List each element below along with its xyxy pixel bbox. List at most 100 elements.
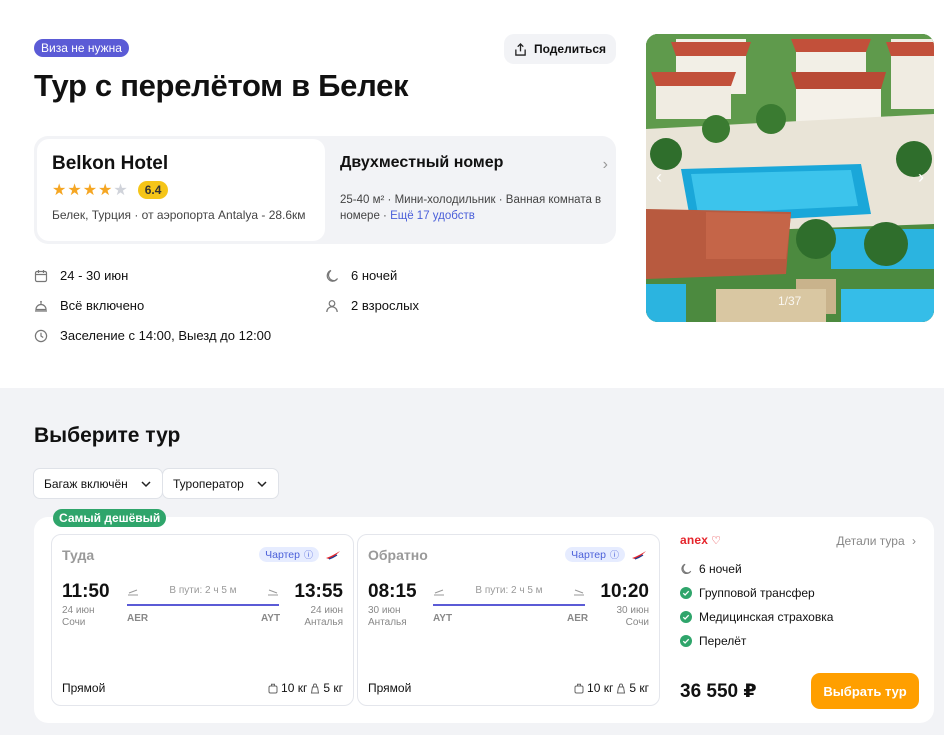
arrival-date: 24 июн xyxy=(310,605,343,616)
fact-checkin: Заселение с 14:00, Выезд до 12:00 xyxy=(34,328,271,343)
star-icon: ★ xyxy=(52,182,67,199)
hotel-card[interactable]: Belkon Hotel ★ ★ ★ ★ ★ 6.4 Белек, Турция… xyxy=(37,139,325,241)
leg-heading: Обратно xyxy=(368,547,428,563)
suitcase-icon xyxy=(268,683,278,693)
star-icon: ★ xyxy=(82,182,98,199)
star-icon: ★ xyxy=(98,182,113,199)
flight-leg-return[interactable]: Обратно Чартер ⓘ 08:15 30 июн Анталья В … xyxy=(357,534,660,706)
filter-operator[interactable]: Туроператор xyxy=(162,468,279,499)
arrival-city: Анталья xyxy=(304,617,343,628)
operator-logo: anex ♡ xyxy=(680,533,721,547)
hotel-name: Belkon Hotel xyxy=(52,153,169,174)
charter-label: Чартер xyxy=(571,548,606,561)
arrival-info: 30 июн Сочи xyxy=(616,605,649,629)
gallery-prev-button[interactable]: ‹ xyxy=(656,167,662,188)
departure-city: Сочи xyxy=(62,617,86,628)
chevron-down-icon xyxy=(141,480,151,487)
share-button[interactable]: Поделиться xyxy=(504,34,616,64)
departure-date: 24 июн xyxy=(62,605,95,616)
filter-baggage[interactable]: Багаж включён xyxy=(33,468,163,499)
chevron-right-icon: › xyxy=(912,534,916,548)
perk-text: Групповой трансфер xyxy=(699,586,815,600)
handbag-icon xyxy=(617,683,626,693)
perk-text: Перелёт xyxy=(699,634,747,648)
hotel-location: Белек, Турция · от аэропорта Antalya - 2… xyxy=(52,208,306,222)
departure-info: 30 июн Анталья xyxy=(368,605,407,629)
cloche-icon xyxy=(35,300,47,312)
hotel-score-badge: 6.4 xyxy=(137,181,169,199)
visa-badge: Виза не нужна xyxy=(34,39,129,57)
departure-time: 08:15 xyxy=(368,581,417,602)
route-line xyxy=(433,604,585,606)
check-icon xyxy=(680,635,692,647)
fact-meals-text: Всё включено xyxy=(60,298,145,313)
flight-leg-outbound[interactable]: Туда Чартер ⓘ 11:50 24 июн Сочи В пути: … xyxy=(51,534,354,706)
perk-text: Медицинская страховка xyxy=(699,610,834,624)
perk-item: Групповой трансфер xyxy=(680,586,815,600)
airline-logo-icon xyxy=(326,551,340,560)
perk-item: Медицинская страховка xyxy=(680,610,833,624)
share-label: Поделиться xyxy=(533,42,607,56)
perk-item: Перелёт xyxy=(680,634,746,648)
chevron-down-icon xyxy=(257,480,267,487)
flight-duration: В пути: 2 ч 5 м xyxy=(475,585,543,596)
gallery-next-button[interactable]: › xyxy=(918,167,924,188)
chevron-right-icon: › xyxy=(602,156,608,173)
filter-baggage-label: Багаж включён xyxy=(44,476,128,491)
moon-icon xyxy=(681,563,692,575)
route-line xyxy=(127,604,279,606)
arrival-time: 13:55 xyxy=(294,581,343,602)
flight-duration: В пути: 2 ч 5 м xyxy=(169,585,237,596)
checked-baggage: 10 кг xyxy=(281,681,308,695)
moon-icon xyxy=(326,269,339,282)
tour-details-link[interactable]: Детали тура › xyxy=(836,534,916,548)
room-card[interactable]: Двухместный номер › 25-40 м² · Мини-холо… xyxy=(340,154,608,224)
star-icon: ★ xyxy=(67,182,82,199)
fact-nights: 6 ночей xyxy=(325,268,397,283)
fact-dates-text: 24 - 30 июн xyxy=(60,268,129,283)
check-icon xyxy=(680,587,692,599)
tour-price: 36 550 ₽ xyxy=(680,681,757,702)
heart-icon[interactable]: ♡ xyxy=(711,535,721,547)
arrival-info: 24 июн Анталья xyxy=(304,605,343,629)
charter-label: Чартер xyxy=(265,548,300,561)
cheapest-badge: Самый дешёвый xyxy=(53,509,167,527)
rating-row: ★ ★ ★ ★ ★ 6.4 xyxy=(52,180,310,200)
fact-dates: 24 - 30 июн xyxy=(34,268,128,283)
select-tour-title: Выберите тур xyxy=(34,424,181,447)
departure-info: 24 июн Сочи xyxy=(62,605,95,629)
filter-operator-label: Туроператор xyxy=(173,476,244,491)
star-empty-icon: ★ xyxy=(113,182,128,199)
page-title: Тур с перелётом в Белек xyxy=(34,68,409,103)
fact-guests-text: 2 взрослых xyxy=(351,298,419,313)
tour-details-label: Детали тура xyxy=(836,534,905,548)
departure-date: 30 июн xyxy=(368,605,401,616)
landing-icon xyxy=(574,589,584,596)
clock-icon xyxy=(34,329,48,342)
share-icon xyxy=(515,42,526,56)
fact-guests: 2 взрослых xyxy=(325,298,419,313)
hotel-photo-gallery[interactable]: ‹ › 1/37 xyxy=(646,34,934,322)
arrival-airport-code: AYT xyxy=(261,613,281,624)
info-icon: ⓘ xyxy=(609,550,619,560)
gallery-counter: 1/37 xyxy=(778,294,802,308)
hand-baggage: 5 кг xyxy=(323,681,343,695)
hotel-room-block: Belkon Hotel ★ ★ ★ ★ ★ 6.4 Белек, Турция… xyxy=(34,136,616,244)
calendar-icon xyxy=(34,269,48,282)
departure-time: 11:50 xyxy=(62,581,110,602)
arrival-airport-code: AER xyxy=(567,613,589,624)
more-amenities-link[interactable]: Ещё 17 удобств xyxy=(390,210,475,222)
charter-badge: Чартер ⓘ xyxy=(565,547,625,562)
hotel-aerial-photo xyxy=(646,34,934,322)
operator-nights: 6 ночей xyxy=(680,562,742,576)
tour-header-section: Виза не нужна Поделиться Тур с перелётом… xyxy=(0,0,944,388)
handbag-icon xyxy=(311,683,320,693)
charter-badge: Чартер ⓘ xyxy=(259,547,319,562)
arrival-time: 10:20 xyxy=(600,581,649,602)
select-tour-button[interactable]: Выбрать тур xyxy=(811,673,919,709)
operator-nights-text: 6 ночей xyxy=(699,562,742,576)
fact-nights-text: 6 ночей xyxy=(351,268,398,283)
leg-heading: Туда xyxy=(62,547,95,563)
airline-logo-icon xyxy=(632,551,646,560)
tour-operator-panel: anex ♡ Детали тура › 6 ночей Групповой тр… xyxy=(680,533,920,713)
